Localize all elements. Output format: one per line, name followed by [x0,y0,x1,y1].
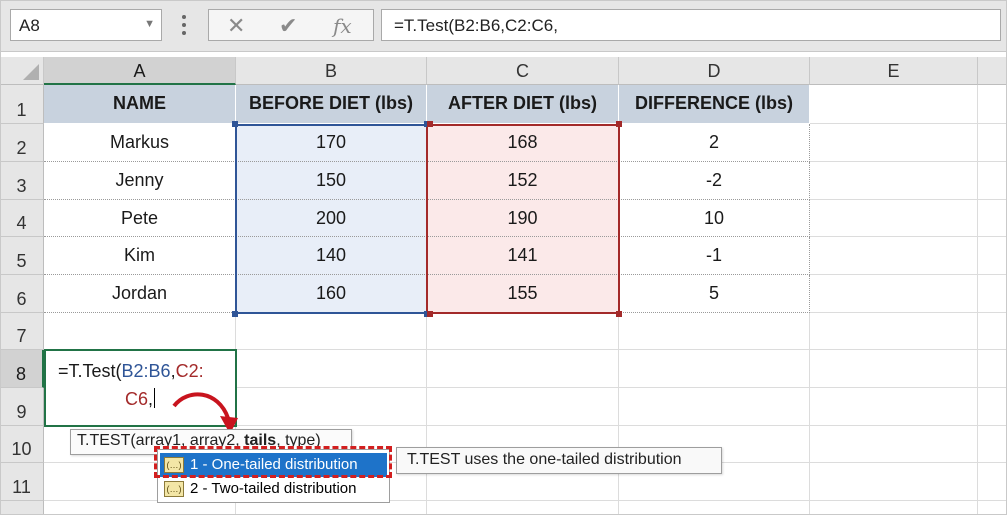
empty-cell[interactable] [978,501,1007,515]
empty-cell[interactable] [810,162,978,200]
column-header-f[interactable] [978,57,1007,85]
table-cell[interactable]: 5 [619,275,810,313]
table-cell[interactable]: Kim [44,237,236,275]
formula-text: =T.Test(B2:B6,C2:C6, [394,16,558,35]
empty-cell[interactable] [810,85,978,124]
formula-bar: A8 ▼ ✕ ✔ fx =T.Test(B2:B6,C2:C6, [0,0,1007,52]
formula-input[interactable]: =T.Test(B2:B6,C2:C6, [381,9,1001,41]
table-cell[interactable]: Jordan [44,275,236,313]
table-cell[interactable]: Jenny [44,162,236,200]
empty-cell[interactable] [619,388,810,426]
range-handle[interactable] [427,311,433,317]
row-header-1[interactable]: 1 [0,85,44,124]
empty-cell[interactable] [619,313,810,350]
highlight-box [154,446,392,478]
empty-cell[interactable] [978,85,1007,124]
empty-cell[interactable] [810,237,978,275]
empty-cell[interactable] [619,501,810,515]
empty-cell[interactable] [619,350,810,388]
column-header-a[interactable]: A [44,57,236,85]
empty-cell[interactable] [978,350,1007,388]
table-cell[interactable]: 10 [619,200,810,237]
name-box-value: A8 [19,16,40,35]
edit-line-1: =T.Test(B2:B6,C2: [58,361,204,381]
row-header-4[interactable]: 4 [0,200,44,237]
range-handle[interactable] [427,121,433,127]
empty-cell[interactable] [236,501,427,515]
table-cell[interactable]: 2 [619,124,810,162]
empty-cell[interactable] [810,426,978,463]
row-header-9[interactable]: 9 [0,388,44,426]
column-header-c[interactable]: C [427,57,619,85]
row-header-6[interactable]: 6 [0,275,44,313]
empty-cell[interactable] [44,501,236,515]
empty-cell[interactable] [978,313,1007,350]
empty-cell[interactable] [44,313,236,350]
range-handle[interactable] [232,311,238,317]
cancel-icon[interactable]: ✕ [227,13,245,39]
chevron-down-icon[interactable]: ▼ [144,18,155,30]
row-header-8[interactable]: 8 [0,350,44,388]
empty-cell[interactable] [978,124,1007,162]
empty-cell[interactable] [810,388,978,426]
option-two-tailed[interactable]: (…) 2 - Two-tailed distribution [160,477,387,501]
enter-icon[interactable]: ✔ [279,13,297,39]
row-header-11[interactable]: 11 [0,463,44,501]
row-header-3[interactable]: 3 [0,162,44,200]
empty-cell[interactable] [810,463,978,501]
empty-cell[interactable] [810,501,978,515]
empty-cell[interactable] [978,388,1007,426]
row-header-12[interactable] [0,501,44,515]
header-cell-name[interactable]: NAME [44,85,236,124]
empty-cell[interactable] [978,275,1007,313]
empty-cell[interactable] [810,350,978,388]
insert-function-icon[interactable]: fx [333,14,352,38]
header-cell-difference[interactable]: DIFFERENCE (lbs) [619,85,810,124]
empty-cell[interactable] [427,388,619,426]
empty-cell[interactable] [810,124,978,162]
name-box[interactable]: A8 ▼ [10,9,162,41]
empty-cell[interactable] [427,313,619,350]
empty-cell[interactable] [978,463,1007,501]
empty-cell[interactable] [810,313,978,350]
empty-cell[interactable] [978,162,1007,200]
empty-cell[interactable] [236,388,427,426]
option-description-tooltip: T.TEST uses the one-tailed distribution [396,447,722,474]
range-highlight-c2-c6 [426,124,620,314]
empty-cell[interactable] [978,237,1007,275]
row-header-7[interactable]: 7 [0,313,44,350]
row-header-10[interactable]: 10 [0,426,44,463]
empty-cell[interactable] [810,275,978,313]
empty-cell[interactable] [978,200,1007,237]
range-handle[interactable] [616,311,622,317]
formula-buttons: ✕ ✔ fx [208,9,374,41]
empty-cell[interactable] [978,426,1007,463]
edit-line-2: C6, [124,388,155,409]
header-cell-before[interactable]: BEFORE DIET (lbs) [236,85,427,124]
text-cursor [154,388,155,408]
range-highlight-b2-b6 [235,124,428,314]
empty-cell[interactable] [236,313,427,350]
column-header-b[interactable]: B [236,57,427,85]
empty-cell[interactable] [427,350,619,388]
empty-cell[interactable] [236,350,427,388]
table-cell[interactable]: -1 [619,237,810,275]
more-options-icon[interactable] [178,10,190,40]
range-handle[interactable] [616,121,622,127]
range-handle[interactable] [232,121,238,127]
row-header-2[interactable]: 2 [0,124,44,162]
row-header-5[interactable]: 5 [0,237,44,275]
header-cell-after[interactable]: AFTER DIET (lbs) [427,85,619,124]
empty-cell[interactable] [810,200,978,237]
select-all-button[interactable] [0,57,44,85]
column-header-e[interactable]: E [810,57,978,85]
empty-cell[interactable] [427,501,619,515]
column-header-d[interactable]: D [619,57,810,85]
table-cell[interactable]: Markus [44,124,236,162]
table-cell[interactable]: Pete [44,200,236,237]
value-icon: (…) [164,481,184,497]
table-cell[interactable]: -2 [619,162,810,200]
